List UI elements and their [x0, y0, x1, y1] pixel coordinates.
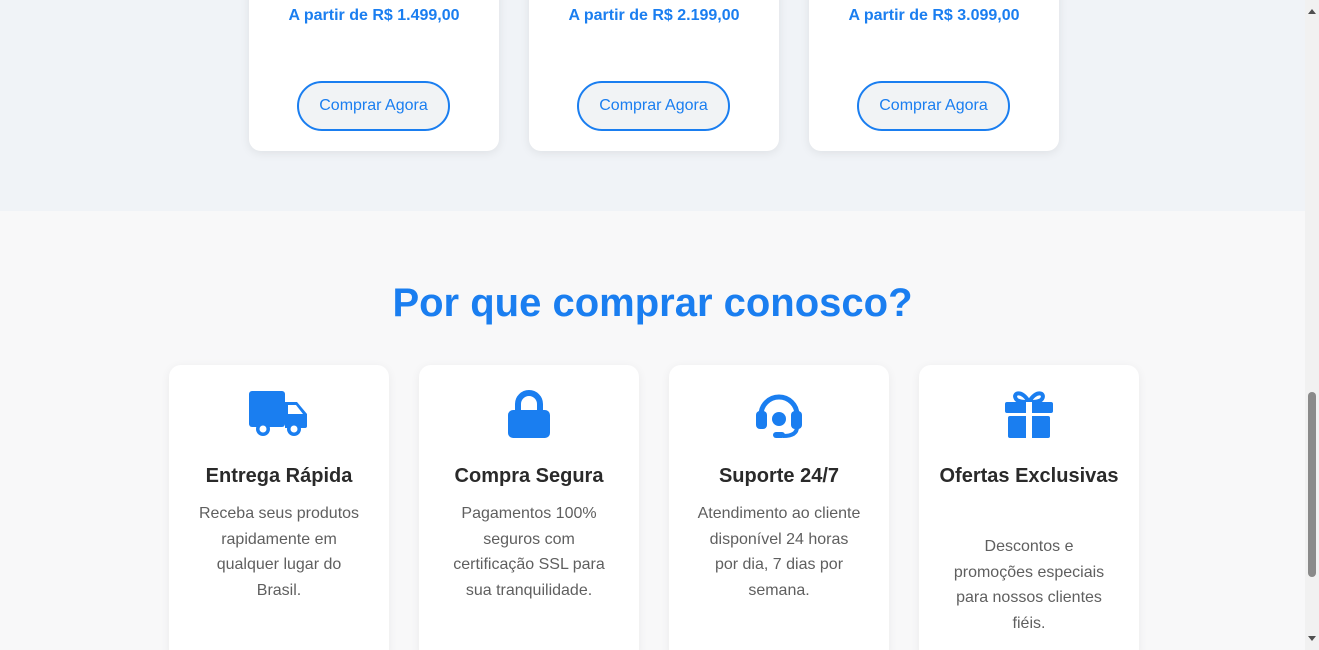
product-card: A partir de R$ 1.499,00 Comprar Agora — [249, 0, 499, 151]
buy-now-button[interactable]: Comprar Agora — [577, 81, 730, 131]
product-card: A partir de R$ 3.099,00 Comprar Agora — [809, 0, 1059, 151]
feature-title: Suporte 24/7 — [718, 465, 840, 487]
section-title: Por que comprar conosco? — [392, 281, 913, 325]
feature-description: Atendimento ao cliente disponível 24 hor… — [697, 505, 861, 599]
product-price: A partir de R$ 3.099,00 — [848, 7, 1020, 24]
products-section: A partir de R$ 1.499,00 Comprar Agora A … — [0, 0, 1305, 211]
feature-card-secure-purchase: Compra Segura Pagamentos 100% seguros co… — [419, 365, 639, 650]
scroll-down-icon[interactable] — [1308, 636, 1316, 641]
feature-description: Receba seus produtos rapidamente em qual… — [198, 505, 360, 599]
feature-description: Pagamentos 100% seguros com certificação… — [453, 505, 605, 599]
scrollbar-thumb[interactable] — [1308, 392, 1316, 577]
buy-now-button[interactable]: Comprar Agora — [297, 81, 450, 131]
feature-title: Compra Segura — [454, 465, 604, 487]
buy-now-button[interactable]: Comprar Agora — [857, 81, 1010, 131]
feature-card-exclusive-offers: Ofertas Exclusivas Descontos e promoções… — [919, 365, 1139, 650]
headset-icon — [669, 389, 889, 439]
why-buy-section: Por que comprar conosco? Entrega Rápida … — [0, 211, 1305, 650]
product-card: A partir de R$ 2.199,00 Comprar Agora — [529, 0, 779, 151]
vertical-scrollbar[interactable] — [1305, 0, 1319, 650]
feature-card-fast-delivery: Entrega Rápida Receba seus produtos rapi… — [169, 365, 389, 650]
scroll-up-icon[interactable] — [1308, 9, 1316, 14]
gift-icon — [919, 389, 1139, 439]
feature-description: Descontos e promoções especiais para nos… — [953, 538, 1105, 632]
feature-title: Entrega Rápida — [205, 465, 353, 487]
feature-card-support: Suporte 24/7 Atendimento ao cliente disp… — [669, 365, 889, 650]
truck-icon — [169, 389, 389, 439]
lock-icon — [419, 389, 639, 439]
feature-title: Ofertas Exclusivas — [939, 465, 1119, 487]
product-price: A partir de R$ 1.499,00 — [288, 7, 460, 24]
product-price: A partir de R$ 2.199,00 — [568, 7, 740, 24]
